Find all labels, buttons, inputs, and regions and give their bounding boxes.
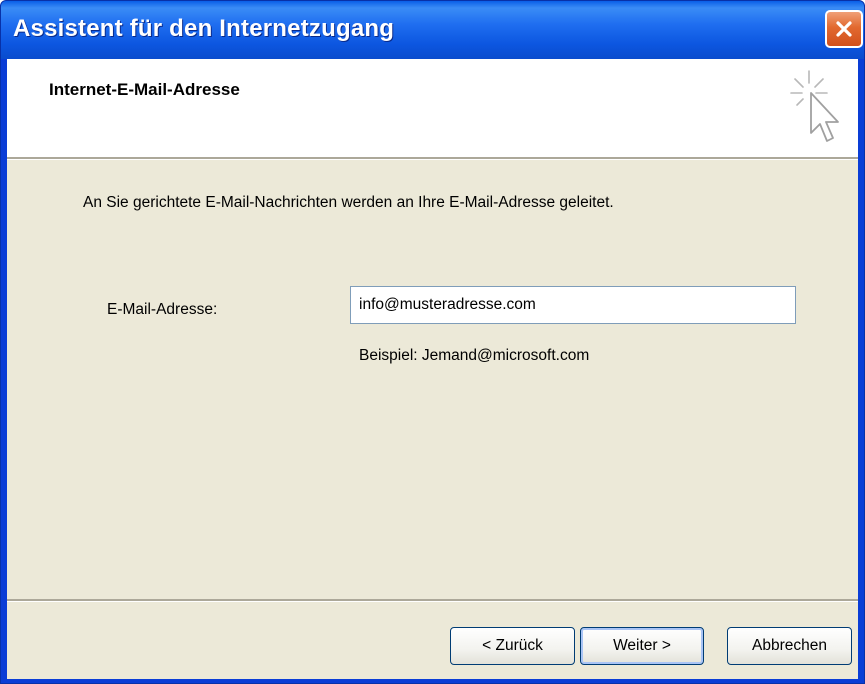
close-icon: [836, 21, 852, 37]
title-bar[interactable]: Assistent für den Internetzugang: [1, 1, 864, 59]
intro-text: An Sie gerichtete E-Mail-Nachrichten wer…: [83, 194, 614, 211]
wizard-header: Internet-E-Mail-Adresse: [7, 59, 858, 157]
close-button[interactable]: [825, 10, 863, 48]
email-label: E-Mail-Adresse:: [107, 301, 218, 318]
page-title: Internet-E-Mail-Adresse: [49, 80, 240, 99]
footer-divider: [7, 599, 858, 602]
back-button[interactable]: < Zurück: [450, 627, 575, 665]
wizard-cursor-icon: [790, 70, 839, 142]
wizard-window: Assistent für den Internetzugang Interne…: [0, 0, 865, 684]
wizard-body: An Sie gerichtete E-Mail-Nachrichten wer…: [7, 160, 858, 679]
cancel-button[interactable]: Abbrechen: [727, 627, 852, 665]
window-title: Assistent für den Internetzugang: [13, 15, 395, 42]
next-button[interactable]: Weiter >: [580, 627, 704, 665]
email-field[interactable]: [350, 286, 796, 324]
example-hint: Beispiel: Jemand@microsoft.com: [359, 347, 590, 364]
